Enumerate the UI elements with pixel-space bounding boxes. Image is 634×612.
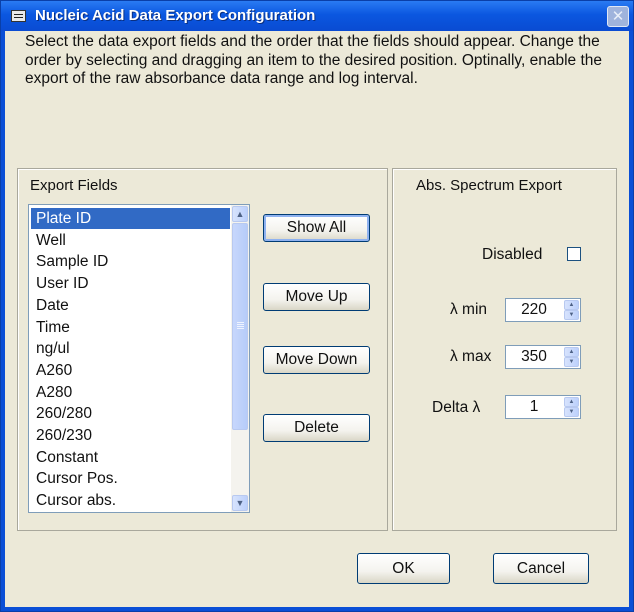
listbox-scrollbar[interactable]: ▲ ▼: [231, 205, 249, 512]
spin-up-icon[interactable]: ▲: [564, 397, 579, 407]
list-item[interactable]: Well: [31, 230, 230, 251]
move-down-button[interactable]: Move Down: [263, 346, 370, 374]
window-title: Nucleic Acid Data Export Configuration: [35, 7, 316, 24]
title-bar[interactable]: Nucleic Acid Data Export Configuration ✕: [1, 1, 633, 31]
close-button[interactable]: ✕: [607, 6, 629, 27]
spectrum-export-label: Abs. Spectrum Export: [416, 177, 562, 194]
delete-button[interactable]: Delete: [263, 414, 370, 442]
spin-down-icon[interactable]: ▼: [564, 357, 579, 367]
list-item[interactable]: A280: [31, 382, 230, 403]
list-item[interactable]: 260/280: [31, 403, 230, 424]
disabled-label: Disabled: [482, 246, 543, 263]
list-item[interactable]: Date: [31, 295, 230, 316]
delta-lambda-label: Delta λ: [432, 399, 481, 416]
list-item[interactable]: Cursor Pos.: [31, 468, 230, 489]
list-item[interactable]: Sample ID: [31, 251, 230, 272]
list-item[interactable]: Plate ID: [31, 208, 230, 229]
app-icon: [11, 10, 26, 22]
lambda-max-label: λ max: [450, 348, 492, 365]
instructions-text: Select the data export fields and the or…: [25, 33, 603, 87]
scroll-up-button[interactable]: ▲: [232, 206, 248, 222]
list-item[interactable]: User ID: [31, 273, 230, 294]
lambda-min-value[interactable]: 220: [506, 299, 562, 321]
spin-up-icon[interactable]: ▲: [564, 347, 579, 357]
list-item[interactable]: Constant: [31, 447, 230, 468]
move-up-button[interactable]: Move Up: [263, 283, 370, 311]
list-item[interactable]: Cursor abs.: [31, 490, 230, 511]
delta-lambda-spinbox[interactable]: 1 ▲ ▼: [505, 395, 581, 419]
list-item[interactable]: Time: [31, 317, 230, 338]
list-item[interactable]: A260: [31, 360, 230, 381]
list-item[interactable]: 260/230: [31, 425, 230, 446]
lambda-min-spinbox[interactable]: 220 ▲ ▼: [505, 298, 581, 322]
dialog-window: Nucleic Acid Data Export Configuration ✕…: [0, 0, 634, 612]
cancel-button[interactable]: Cancel: [493, 553, 589, 584]
spin-down-icon[interactable]: ▼: [564, 310, 579, 320]
lambda-min-label: λ min: [450, 301, 488, 318]
export-fields-listbox[interactable]: Plate ID Well Sample ID User ID Date Time ng/u…: [28, 204, 250, 513]
spin-down-icon[interactable]: ▼: [564, 407, 579, 417]
lambda-max-spinbox[interactable]: 350 ▲ ▼: [505, 345, 581, 369]
ok-button[interactable]: OK: [357, 553, 450, 584]
scroll-down-button[interactable]: ▼: [232, 495, 248, 511]
scroll-thumb[interactable]: [232, 223, 248, 430]
show-all-button[interactable]: Show All: [263, 214, 370, 242]
close-icon: ✕: [611, 8, 625, 25]
list-item[interactable]: ng/ul: [31, 338, 230, 359]
delta-lambda-value[interactable]: 1: [506, 396, 562, 418]
spin-up-icon[interactable]: ▲: [564, 300, 579, 310]
export-fields-label: Export Fields: [30, 177, 118, 194]
disabled-checkbox[interactable]: [567, 247, 581, 261]
lambda-max-value[interactable]: 350: [506, 346, 562, 368]
